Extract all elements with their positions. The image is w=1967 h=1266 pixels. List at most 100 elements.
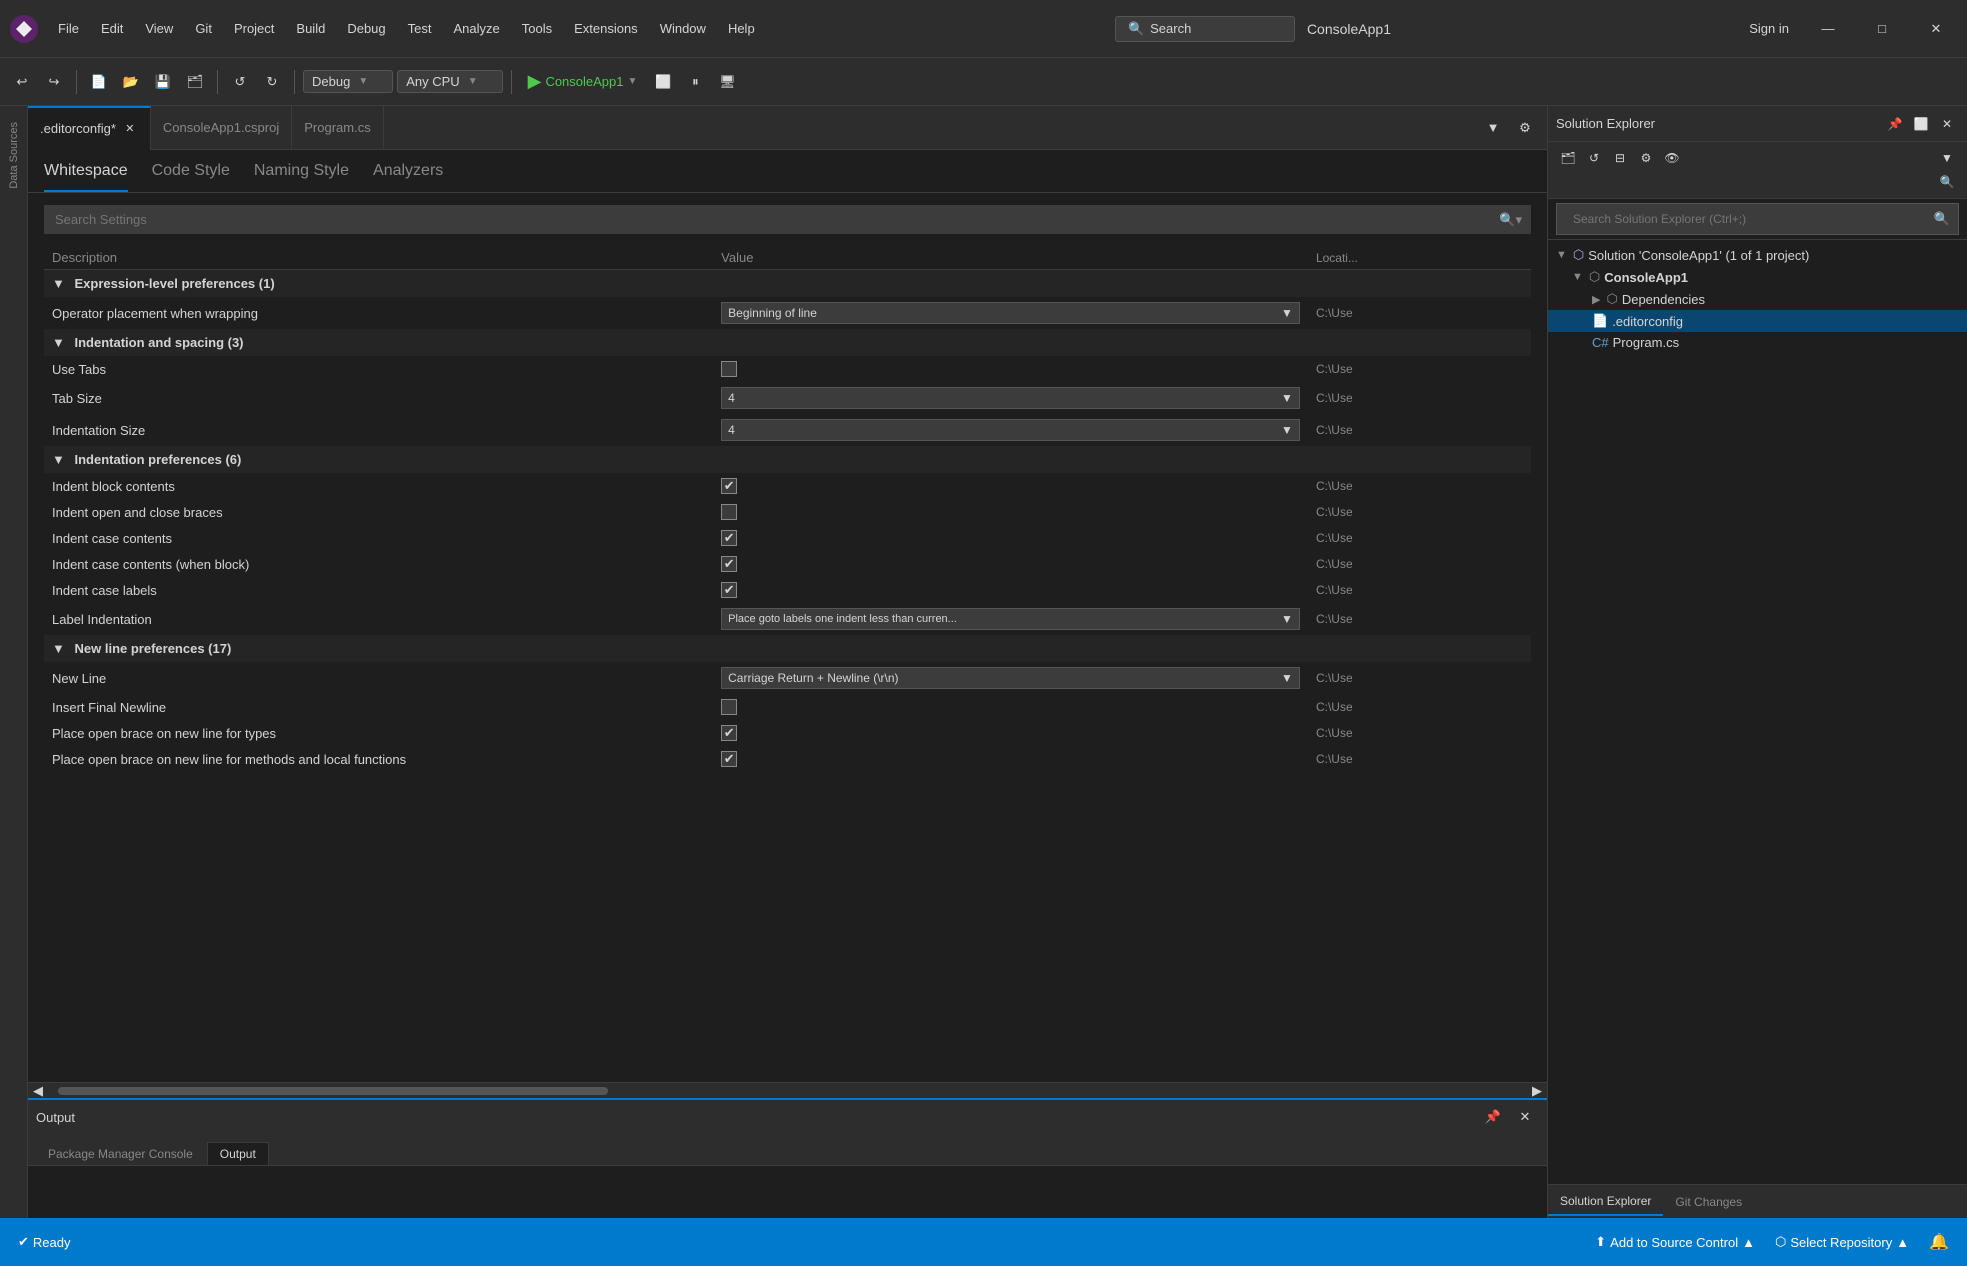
menu-view[interactable]: View [135, 17, 183, 40]
save-all-button[interactable]: 🗂 [181, 68, 209, 96]
row-tab-size-value[interactable]: 4 ▼ [713, 382, 1308, 414]
toolbar-btn-1[interactable]: ⬜ [649, 68, 677, 96]
save-button[interactable]: 💾 [149, 68, 177, 96]
se-search-box[interactable]: 🔍 [1556, 203, 1959, 235]
brace-types-checkbox[interactable]: ✔ [721, 725, 737, 741]
section-arrow-expression[interactable]: ▼ [52, 276, 65, 291]
se-close-button[interactable]: ✕ [1935, 112, 1959, 136]
menu-help[interactable]: Help [718, 17, 765, 40]
se-tab-git-changes[interactable]: Git Changes [1663, 1189, 1754, 1215]
search-settings-button[interactable]: 🔍▾ [1491, 208, 1530, 232]
platform-dropdown[interactable]: Any CPU ▼ [397, 70, 502, 93]
minimize-button[interactable]: — [1805, 13, 1851, 45]
title-search-box[interactable]: 🔍 Search [1115, 16, 1295, 42]
toolbar-btn-2[interactable]: ⏸ [681, 68, 709, 96]
operator-placement-dropdown[interactable]: Beginning of line ▼ [721, 302, 1300, 324]
forward-button[interactable]: ↪ [40, 68, 68, 96]
tab-editorconfig-close[interactable]: ✕ [122, 121, 138, 137]
section-arrow-new-line[interactable]: ▼ [52, 641, 65, 656]
se-filter-btn[interactable]: ▼ [1935, 146, 1959, 170]
new-line-dropdown[interactable]: Carriage Return + Newline (\r\n) ▼ [721, 667, 1300, 689]
label-indent-dropdown[interactable]: Place goto labels one indent less than c… [721, 608, 1300, 630]
h-scrollbar-track[interactable] [58, 1087, 608, 1095]
row-indent-size-value[interactable]: 4 ▼ [713, 414, 1308, 446]
menu-edit[interactable]: Edit [91, 17, 133, 40]
se-properties-btn[interactable]: ⚙ [1634, 146, 1658, 170]
se-search-input[interactable] [1565, 208, 1934, 230]
menu-test[interactable]: Test [398, 17, 442, 40]
tab-naming-style[interactable]: Naming Style [254, 162, 349, 192]
section-arrow-indent-spacing[interactable]: ▼ [52, 335, 65, 350]
search-settings-box[interactable]: 🔍▾ [44, 205, 1531, 234]
tab-editorconfig[interactable]: .editorconfig* ✕ [28, 106, 151, 150]
final-newline-checkbox[interactable] [721, 699, 737, 715]
maximize-button[interactable]: □ [1859, 13, 1905, 45]
tree-project[interactable]: ▼ ⬡ ConsoleApp1 [1548, 266, 1967, 288]
notification-button[interactable]: 🔔 [1923, 1228, 1955, 1256]
menu-window[interactable]: Window [650, 17, 716, 40]
se-collapse-btn[interactable]: ⊟ [1608, 146, 1632, 170]
menu-git[interactable]: Git [185, 17, 222, 40]
tab-code-style[interactable]: Code Style [152, 162, 230, 192]
se-refresh-btn[interactable]: ↺ [1582, 146, 1606, 170]
brace-methods-checkbox[interactable]: ✔ [721, 751, 737, 767]
se-search-btn[interactable]: 🔍 [1935, 170, 1959, 194]
tab-csproj[interactable]: ConsoleApp1.csproj [151, 106, 292, 150]
use-tabs-checkbox[interactable] [721, 361, 737, 377]
menu-file[interactable]: File [48, 17, 89, 40]
run-button[interactable]: ▶ ConsoleApp1 ▼ [520, 67, 646, 96]
sign-in-button[interactable]: Sign in [1741, 18, 1797, 39]
scroll-left-btn[interactable]: ◀ [28, 1085, 48, 1097]
status-ready[interactable]: ✔ Ready [12, 1230, 76, 1254]
debug-mode-dropdown[interactable]: Debug ▼ [303, 70, 393, 93]
output-tab-pkg-manager[interactable]: Package Manager Console [36, 1143, 205, 1165]
redo-button[interactable]: ↻ [258, 68, 286, 96]
menu-project[interactable]: Project [224, 17, 284, 40]
settings-area[interactable]: 🔍▾ Description Value Locati... ▼ [28, 193, 1547, 1082]
select-repo-button[interactable]: ⬡ Select Repository ▲ [1769, 1230, 1915, 1254]
back-button[interactable]: ↩ [8, 68, 36, 96]
tab-whitespace[interactable]: Whitespace [44, 162, 128, 192]
output-pin-button[interactable]: 📌 [1479, 1103, 1507, 1131]
tree-editorconfig[interactable]: 📄 .editorconfig [1548, 310, 1967, 332]
menu-debug[interactable]: Debug [337, 17, 395, 40]
output-close-button[interactable]: ✕ [1511, 1103, 1539, 1131]
data-sources-label[interactable]: Data Sources [6, 114, 22, 197]
row-operator-value[interactable]: Beginning of line ▼ [713, 297, 1308, 329]
tab-settings-button[interactable]: ⚙ [1511, 114, 1539, 142]
se-show-all-btn[interactable]: 🗂 [1556, 146, 1580, 170]
open-button[interactable]: 📂 [117, 68, 145, 96]
menu-extensions[interactable]: Extensions [564, 17, 648, 40]
close-button[interactable]: ✕ [1913, 13, 1959, 45]
scroll-right-btn[interactable]: ▶ [1527, 1085, 1547, 1097]
tab-dropdown-button[interactable]: ▼ [1479, 114, 1507, 142]
indent-braces-checkbox[interactable] [721, 504, 737, 520]
undo-button[interactable]: ↺ [226, 68, 254, 96]
toolbar-btn-3[interactable]: 🖥 [713, 68, 741, 96]
tree-program-cs[interactable]: C# Program.cs [1548, 332, 1967, 353]
menu-analyze[interactable]: Analyze [443, 17, 509, 40]
indent-block-checkbox[interactable]: ✔ [721, 478, 737, 494]
menu-build[interactable]: Build [286, 17, 335, 40]
indent-size-dropdown[interactable]: 4 ▼ [721, 419, 1300, 441]
se-preview-btn[interactable]: 👁 [1660, 146, 1684, 170]
indent-case-block-checkbox[interactable]: ✔ [721, 556, 737, 572]
row-use-tabs-value[interactable] [713, 356, 1308, 382]
new-file-button[interactable]: 📄 [85, 68, 113, 96]
indent-case-checkbox[interactable]: ✔ [721, 530, 737, 546]
tree-solution[interactable]: ▼ ⬡ Solution 'ConsoleApp1' (1 of 1 proje… [1548, 244, 1967, 266]
se-tab-solution-explorer[interactable]: Solution Explorer [1548, 1188, 1663, 1216]
source-control-button[interactable]: ⬆ Add to Source Control ▲ [1589, 1230, 1761, 1254]
tab-analyzers[interactable]: Analyzers [373, 162, 443, 192]
tab-program[interactable]: Program.cs [292, 106, 383, 150]
se-maximize-button[interactable]: ⬜ [1909, 112, 1933, 136]
search-settings-input[interactable] [45, 206, 1491, 233]
indent-case-labels-checkbox[interactable]: ✔ [721, 582, 737, 598]
output-tab-output[interactable]: Output [207, 1142, 269, 1165]
tab-size-dropdown[interactable]: 4 ▼ [721, 387, 1300, 409]
tree-dependencies[interactable]: ▶ ⬡ Dependencies [1548, 288, 1967, 310]
se-pin-button[interactable]: 📌 [1883, 112, 1907, 136]
horizontal-scrollbar[interactable]: ◀ ▶ [28, 1082, 1547, 1098]
menu-tools[interactable]: Tools [512, 17, 562, 40]
section-arrow-indent-prefs[interactable]: ▼ [52, 452, 65, 467]
